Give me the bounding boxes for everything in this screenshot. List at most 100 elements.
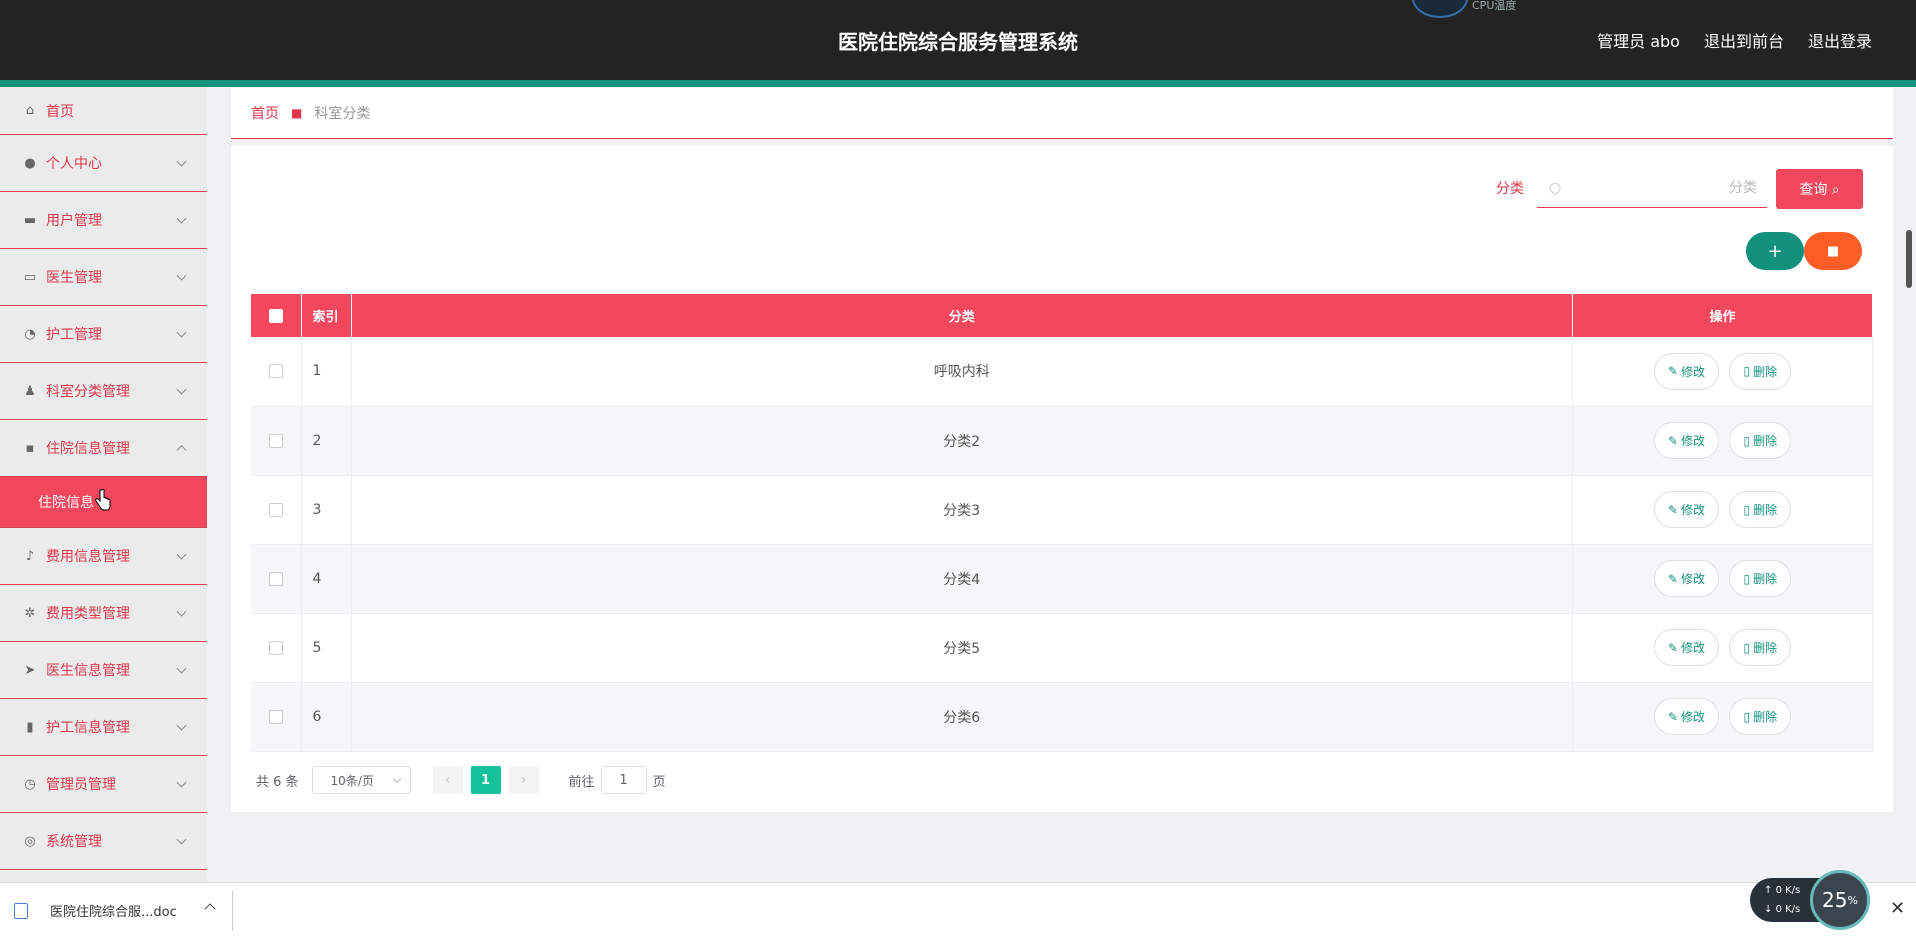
sidebar-item-hospitalization[interactable]: ▪ 住院信息管理: [0, 420, 207, 477]
edit-button[interactable]: ✎ 修改: [1653, 698, 1719, 735]
sidebar-item-doctor-info[interactable]: ➤ 医生信息管理: [0, 642, 207, 699]
category-search-input[interactable]: [1567, 176, 1757, 200]
download-speed: ↓ 0 K/s: [1764, 904, 1801, 915]
chevron-down-icon: [176, 834, 187, 845]
delete-button[interactable]: ▯ 删除: [1729, 422, 1792, 459]
delete-button-label: 删除: [1753, 434, 1778, 448]
operation-cell: ✎ 修改 ▯ 删除: [1572, 544, 1873, 614]
edit-button-label: 修改: [1680, 364, 1705, 379]
row-checkbox[interactable]: [268, 640, 283, 655]
sidebar-item-personal-center[interactable]: ● 个人中心: [0, 135, 207, 192]
exit-to-frontend-link[interactable]: 退出到前台: [1704, 28, 1784, 52]
select-all-checkbox[interactable]: [268, 308, 283, 323]
sidebar-subitem-hospitalization-info[interactable]: 住院信息: [0, 477, 207, 528]
table-row: 1 呼吸内科 ✎ 修改 ▯ 删除: [251, 337, 1873, 407]
row-checkbox[interactable]: [268, 502, 283, 517]
row-check-cell: [251, 337, 302, 407]
trash-icon: ▯: [1743, 364, 1751, 379]
sidebar-item-fee-info[interactable]: ♪ 费用信息管理: [0, 528, 207, 585]
home-icon: ⌂: [25, 103, 35, 118]
breadcrumb-home[interactable]: 首页: [251, 103, 279, 123]
page-scrollbar[interactable]: [1906, 230, 1912, 288]
query-button[interactable]: 查询 ⌕: [1776, 169, 1863, 209]
table-header-row: 索引 分类 操作: [251, 294, 1873, 337]
delete-button-label: 删除: [1753, 572, 1778, 586]
table-row: 2 分类2 ✎ 修改 ▯ 删除: [251, 406, 1873, 476]
sidebar-item-home[interactable]: ⌂ 首页: [0, 87, 207, 135]
delete-button-label: 删除: [1753, 710, 1778, 724]
edit-button[interactable]: ✎ 修改: [1653, 491, 1719, 528]
download-speed-value: 0 K/s: [1775, 904, 1801, 915]
category-cell: 呼吸内科: [351, 337, 1573, 407]
chevron-down-icon: [176, 156, 187, 167]
sidebar-item-nurse-info[interactable]: ▮ 护工信息管理: [0, 699, 207, 756]
category-cell: 分类3: [351, 475, 1573, 545]
select-all-cell: [251, 294, 302, 337]
ticket-icon: ▬: [23, 212, 37, 228]
index-cell: 5: [301, 613, 352, 683]
row-checkbox[interactable]: [268, 364, 283, 379]
delete-button[interactable]: ▯ 删除: [1729, 491, 1792, 528]
close-icon[interactable]: ✕: [1890, 898, 1905, 919]
next-page-button[interactable]: ›: [508, 766, 539, 794]
search-icon: ○: [1549, 180, 1562, 196]
edit-button[interactable]: ✎ 修改: [1653, 352, 1719, 390]
download-bar: 医院住院综合服...doc ✕: [0, 882, 1916, 938]
category-cell: 分类5: [351, 613, 1573, 683]
admin-user-label[interactable]: 管理员 abo: [1597, 28, 1680, 52]
edit-button-label: 修改: [1680, 710, 1705, 724]
delete-button-label: 删除: [1753, 641, 1778, 655]
breadcrumb-separator-icon: ■: [291, 106, 303, 120]
edit-button[interactable]: ✎ 修改: [1653, 629, 1719, 666]
logout-link[interactable]: 退出登录: [1808, 28, 1872, 52]
delete-button[interactable]: ▯ 删除: [1729, 698, 1792, 735]
operation-header: 操作: [1572, 294, 1873, 337]
delete-button[interactable]: ▯ 删除: [1729, 560, 1792, 597]
category-cell: 分类2: [351, 406, 1573, 476]
index-cell: 2: [301, 406, 352, 476]
batch-delete-button[interactable]: ■: [1804, 232, 1862, 270]
page-number-current[interactable]: 1: [470, 766, 501, 794]
edit-button-label: 修改: [1680, 572, 1705, 586]
sidebar-item-label: 医生管理: [46, 270, 102, 286]
download-item[interactable]: 医院住院综合服...doc: [14, 901, 177, 920]
goto-page-input[interactable]: [600, 766, 647, 794]
sidebar-item-system-management[interactable]: ◎ 系统管理: [0, 813, 207, 870]
sidebar-item-doctor-management[interactable]: ▭ 医生管理: [0, 249, 207, 306]
sidebar-item-user-management[interactable]: ▬ 用户管理: [0, 192, 207, 249]
mic-icon: ♪: [25, 548, 35, 564]
chevron-down-icon: [176, 777, 187, 788]
person-icon: ♟: [24, 383, 36, 399]
download-divider: [232, 891, 233, 931]
edit-button-label: 修改: [1680, 641, 1705, 655]
delete-button[interactable]: ▯ 删除: [1729, 352, 1792, 390]
sidebar-item-department-category[interactable]: ♟ 科室分类管理: [0, 363, 207, 420]
cpu-temperature-label: CPU温度: [1472, 0, 1517, 12]
clock-icon: ◷: [24, 776, 36, 792]
chevron-up-icon[interactable]: [204, 903, 216, 915]
edit-button-label: 修改: [1680, 503, 1705, 517]
edit-icon: ✎: [1667, 364, 1678, 379]
edit-button[interactable]: ✎ 修改: [1653, 560, 1719, 597]
sidebar-item-fee-type[interactable]: ✲ 费用类型管理: [0, 585, 207, 642]
row-check-cell: [251, 613, 302, 683]
sidebar-item-nurse-management[interactable]: ◔ 护工管理: [0, 306, 207, 363]
row-checkbox[interactable]: [268, 433, 283, 448]
row-checkbox[interactable]: [268, 709, 283, 724]
delete-button[interactable]: ▯ 删除: [1729, 629, 1792, 666]
aperture-icon: ✲: [24, 605, 36, 621]
page-size-select[interactable]: 10条/页: [311, 766, 411, 794]
add-button[interactable]: +: [1746, 232, 1804, 270]
sidebar-item-admin-management[interactable]: ◷ 管理员管理: [0, 756, 207, 813]
table-body: 1 呼吸内科 ✎ 修改 ▯ 删除 2 分类2 ✎ 修改 ▯ 删除 3 分类3 ✎…: [251, 337, 1873, 752]
edit-icon: ✎: [1667, 709, 1678, 724]
category-header: 分类: [351, 294, 1573, 337]
edit-button[interactable]: ✎ 修改: [1653, 422, 1719, 459]
delete-button-label: 删除: [1753, 503, 1778, 517]
sidebar-item-label: 管理员管理: [46, 777, 116, 793]
row-check-cell: [251, 682, 302, 752]
search-icon: ⌕: [1831, 182, 1840, 198]
send-icon: ➤: [24, 662, 36, 678]
row-checkbox[interactable]: [268, 571, 283, 586]
prev-page-button[interactable]: ‹: [432, 766, 463, 794]
